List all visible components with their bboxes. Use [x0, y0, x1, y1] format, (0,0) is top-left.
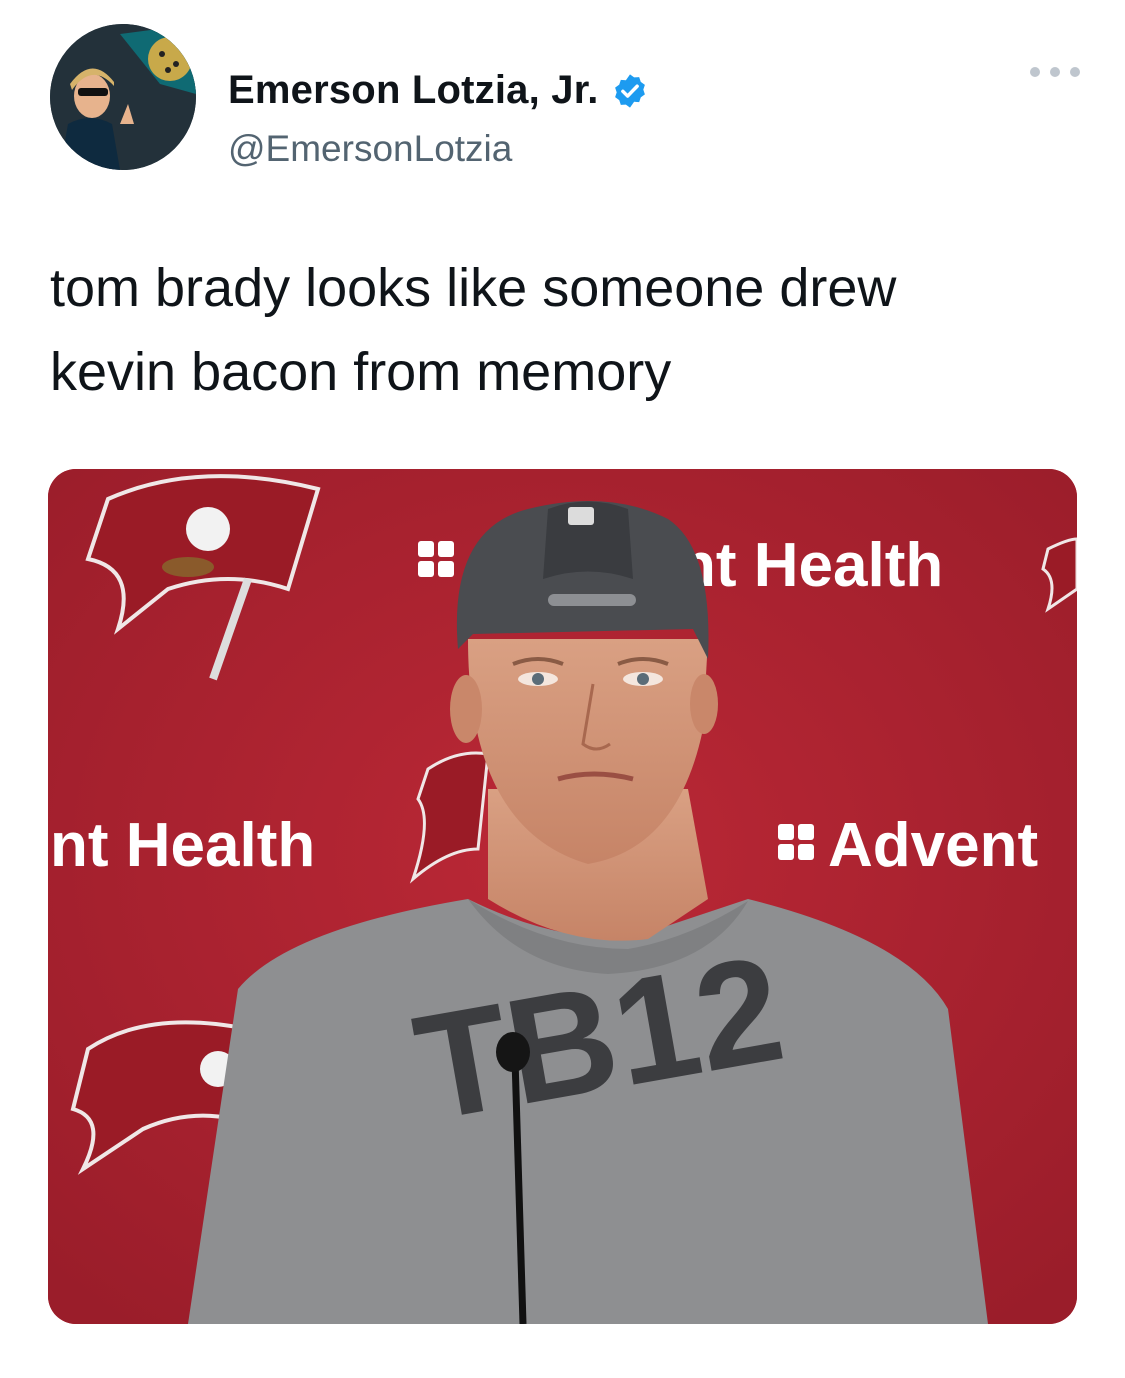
more-dot	[1070, 67, 1080, 77]
more-dot	[1030, 67, 1040, 77]
backdrop-sponsor-text: nt Health	[50, 811, 315, 880]
author-display-name[interactable]: Emerson Lotzia, Jr.	[228, 68, 599, 113]
more-dot	[1050, 67, 1060, 77]
verified-badge-icon	[611, 72, 649, 110]
author-handle[interactable]: @EmersonLotzia	[228, 128, 512, 170]
author-avatar[interactable]	[50, 24, 196, 170]
more-options-icon[interactable]	[1030, 62, 1080, 82]
backdrop-sponsor-text: nt Health	[678, 531, 943, 600]
tweet-media-image[interactable]: nt Health nt Health Advent TB12	[48, 469, 1077, 1324]
tweet-text-line-1: tom brady looks like someone drew	[50, 258, 897, 318]
tweet-text-line-2: kevin bacon from memory	[50, 342, 672, 402]
backdrop-sponsor-text: Advent	[828, 811, 1038, 880]
tweet-header: Emerson Lotzia, Jr. @EmersonLotzia	[50, 24, 1080, 174]
author-name-row: Emerson Lotzia, Jr.	[228, 68, 649, 113]
avatar-photo	[50, 24, 196, 170]
tweet-text: tom brady looks like someone drew kevin …	[50, 246, 1080, 414]
press-conference-photo: nt Health nt Health Advent TB12	[48, 469, 1077, 1324]
